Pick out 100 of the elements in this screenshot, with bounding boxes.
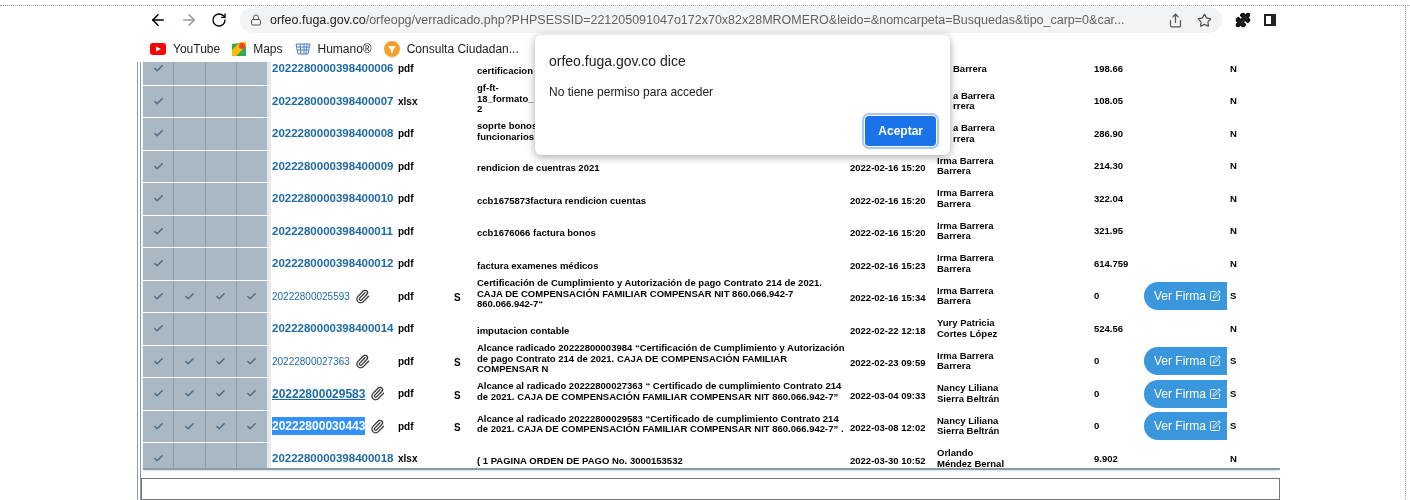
bookmark[interactable]: Consulta Ciudadan... bbox=[383, 39, 519, 58]
amount: 321.95 bbox=[1094, 224, 1125, 239]
amount: 614.759 bbox=[1094, 256, 1130, 271]
description: ( 1 PAGINA ORDEN DE PAGO No. 3000153532 bbox=[477, 455, 683, 467]
signed-label: S bbox=[454, 357, 461, 369]
description: certificacion bbox=[477, 65, 533, 77]
person-name: Nancy Liliana Sierra Beltrán bbox=[937, 415, 1001, 437]
file-type: pdf bbox=[398, 387, 415, 402]
status-label: S bbox=[1230, 419, 1237, 434]
person-name: Nancy Liliana Sierra Beltrán bbox=[937, 383, 1001, 405]
record-link[interactable]: 2022280000398400012 bbox=[272, 255, 394, 273]
date: 2022-03-04 09:33 bbox=[850, 389, 926, 401]
signed-label: S bbox=[454, 292, 461, 304]
status-label: N bbox=[1230, 224, 1237, 239]
status-label: N bbox=[1230, 159, 1237, 174]
amount: 0 bbox=[1094, 419, 1101, 434]
description: imputacion contable bbox=[477, 325, 570, 337]
record-link[interactable]: 20222800029583 bbox=[272, 384, 366, 403]
person-name: Yury Patricia Cortes López bbox=[937, 318, 999, 340]
status-label: N bbox=[1230, 256, 1237, 271]
description: factura examenes médicos bbox=[477, 260, 599, 272]
date: 2022-02-22 12:18 bbox=[850, 324, 926, 336]
record-link[interactable]: 2022280000398400007 bbox=[272, 92, 394, 110]
address-bar[interactable]: orfeo.fuga.gov.co/orfeopg/verradicado.php?PHPSESSID=221205091047o172x70x82x28MROMERO&leido=&nomcarpeta=Busquedas&tipo_carp=0&car... bbox=[240, 7, 1222, 33]
signed-label: S bbox=[454, 389, 461, 401]
amount: 9.902 bbox=[1094, 451, 1119, 466]
status-label: N bbox=[1230, 126, 1237, 141]
description: ccb1675873factura rendicion cuentas bbox=[477, 195, 646, 207]
description: ccb1676066 factura bonos bbox=[477, 228, 596, 239]
dialog-message: No tiene permiso para acceder bbox=[549, 84, 715, 101]
person-name: a Barrera rrera bbox=[953, 123, 996, 145]
description: Alcance al radicado 20222800029583 “Certificado de cumplimiento Contrato 214 de 2021. CAJA DE COMPENSACIÓN FAMILIAR COMPENSAR NIT 860.066.942-7” . bbox=[477, 413, 845, 435]
status-label: S bbox=[1230, 354, 1237, 369]
status-label: S bbox=[1230, 289, 1237, 304]
status-label: N bbox=[1230, 62, 1237, 76]
view-signature-button[interactable]: Ver Firma bbox=[1144, 379, 1227, 408]
status-label: N bbox=[1230, 451, 1237, 466]
person-name: Barrera bbox=[953, 63, 988, 74]
date: 2022-03-08 12:02 bbox=[850, 422, 926, 434]
file-type: pdf bbox=[398, 322, 415, 337]
file-type: pdf bbox=[398, 62, 415, 77]
date: 2022-02-16 15:34 bbox=[850, 292, 926, 304]
file-type: pdf bbox=[398, 127, 415, 142]
record-link[interactable]: 2022280000398400014 bbox=[272, 320, 394, 338]
bookmark[interactable]: YouTube bbox=[150, 39, 221, 58]
record-link[interactable]: 2022280000398400009 bbox=[272, 157, 394, 175]
amount: 108.05 bbox=[1094, 94, 1125, 109]
date: 2022-02-16 15:23 bbox=[850, 259, 926, 271]
file-type: pdf bbox=[398, 192, 415, 207]
date: 2022-02-16 15:20 bbox=[850, 162, 926, 174]
file-type: pdf bbox=[398, 224, 415, 239]
amount: 322.04 bbox=[1094, 191, 1125, 206]
record-link[interactable]: 2022280000398400008 bbox=[272, 125, 394, 143]
amount: 198.66 bbox=[1094, 62, 1125, 76]
record-link[interactable]: 2022280000398400011 bbox=[272, 222, 393, 240]
description: gf-ft- 18_formato_ 2 bbox=[477, 83, 534, 115]
file-type: pdf bbox=[398, 159, 415, 174]
view-signature-button[interactable]: Ver Firma bbox=[1144, 347, 1227, 376]
dialog-title: orfeo.fuga.gov.co dice bbox=[549, 52, 687, 71]
signed-label: S bbox=[454, 422, 461, 434]
amount: 214.30 bbox=[1094, 159, 1125, 174]
date: 2022-03-30 10:52 bbox=[850, 454, 926, 466]
description: rendicion de cuentras 2021 bbox=[477, 163, 600, 174]
person-name: Irma Barrera Barrera bbox=[937, 220, 995, 242]
amount: 0 bbox=[1094, 386, 1101, 401]
status-label: N bbox=[1230, 191, 1237, 206]
description: Alcance radicado 20222800003984 “Certificación de Cumplimiento y Autorización de pago Contrato 214 de 2021. CAJA DE COMPENSACIÓN FAMILIAR COMPENSAR N bbox=[477, 343, 846, 375]
person-name: Orlando Méndez Bernal bbox=[937, 448, 1006, 468]
status-label: S bbox=[1230, 386, 1237, 401]
record-link[interactable]: 20222800027363 bbox=[272, 353, 350, 369]
view-signature-button[interactable]: Ver Firma bbox=[1144, 282, 1227, 311]
file-type: xlsx bbox=[398, 94, 419, 109]
accept-button[interactable]: Aceptar bbox=[865, 116, 936, 146]
file-type: xlsx bbox=[398, 452, 419, 467]
view-signature-button[interactable]: Ver Firma bbox=[1144, 412, 1227, 441]
date: 2022-02-16 15:20 bbox=[850, 227, 926, 239]
amount: 0 bbox=[1094, 354, 1101, 369]
amount: 524.56 bbox=[1094, 321, 1125, 336]
person-name: Irma Barrera Barrera bbox=[937, 188, 995, 210]
bookmark[interactable]: Maps bbox=[232, 39, 283, 58]
person-name: Irma Barrera Barrera bbox=[937, 155, 995, 177]
record-link[interactable]: 2022280000398400006 bbox=[272, 62, 394, 78]
record-link[interactable]: 20222800025593 bbox=[272, 288, 350, 304]
amount: 0 bbox=[1094, 289, 1101, 304]
status-label: N bbox=[1230, 94, 1237, 109]
record-link[interactable]: 20222800030443 bbox=[272, 417, 366, 436]
record-link[interactable]: 2022280000398400018 bbox=[272, 450, 394, 468]
status-label: N bbox=[1230, 321, 1237, 336]
file-type: pdf bbox=[398, 289, 415, 304]
bookmark[interactable]: Humano® bbox=[294, 39, 372, 58]
file-type: pdf bbox=[398, 419, 415, 434]
file-type: pdf bbox=[398, 354, 415, 369]
date: 2022-02-23 09:59 bbox=[850, 357, 926, 369]
description: Certificación de Cumplimiento y Autorización de pago Contrato 214 de 2021. CAJA DE COMPENSACIÓN FAMILIAR COMPENSAR NIT 860.066.942-7 860.066.942-7“ bbox=[477, 278, 823, 310]
file-type: pdf bbox=[398, 257, 415, 272]
person-name: Irma Barrera Barrera bbox=[937, 350, 995, 372]
description: Alcance al radicado 20222800027363 “ Certificado de cumplimiento Contrato 214 de 2021. CAJA DE COMPENSACIÓN FAMILIAR COMPENSAR NIT 860.066.942-7” bbox=[477, 381, 843, 402]
person-name: Irma Barrera Barrera bbox=[937, 285, 995, 307]
record-link[interactable]: 2022280000398400010 bbox=[272, 190, 394, 208]
amount: 286.90 bbox=[1094, 126, 1125, 141]
